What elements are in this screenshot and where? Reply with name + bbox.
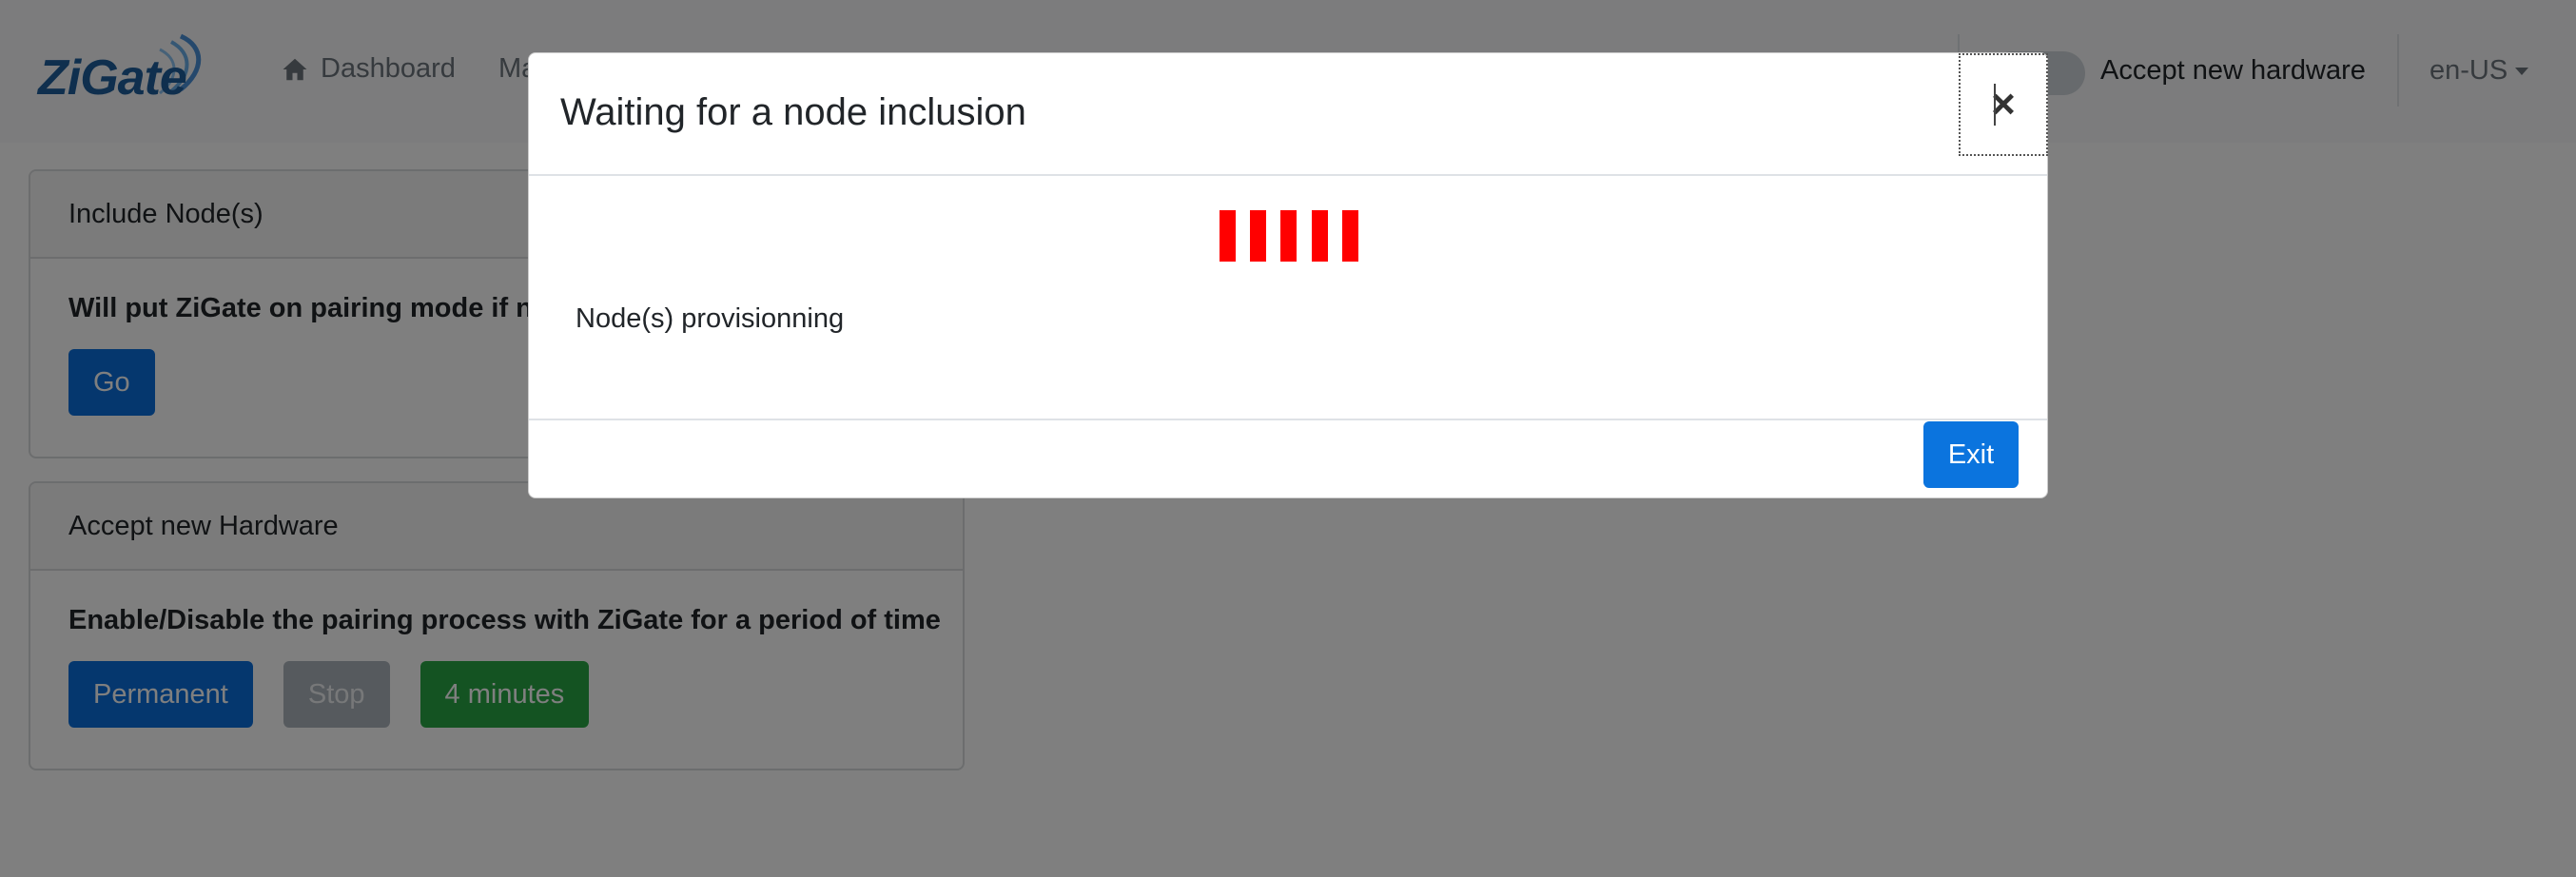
modal-title: Waiting for a node inclusion: [560, 91, 1026, 133]
loader-bar: [1220, 210, 1236, 262]
node-inclusion-modal: Waiting for a node inclusion × Node(s) p…: [528, 52, 2048, 498]
modal-footer: Exit: [529, 421, 2047, 498]
close-button[interactable]: ×: [1959, 53, 2048, 156]
modal-header: Waiting for a node inclusion ×: [529, 53, 2048, 176]
loader-bar: [1280, 210, 1297, 262]
provisioning-status: Node(s) provisionning: [576, 303, 845, 334]
exit-button[interactable]: Exit: [1923, 421, 2019, 488]
modal-body: Node(s) provisionning: [529, 178, 2047, 420]
text-cursor: [1994, 84, 1996, 126]
loading-bars-icon: [1220, 210, 1362, 262]
loader-bar: [1312, 210, 1328, 262]
loader-bar: [1250, 210, 1266, 262]
loader-bar: [1342, 210, 1358, 262]
